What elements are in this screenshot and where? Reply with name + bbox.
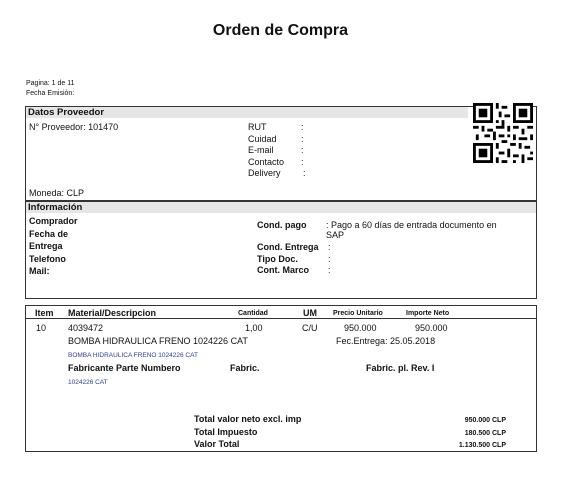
col-net-amount-header: Importe Neto [406,310,450,317]
issue-date-label: Fecha Emisión: [26,90,75,97]
manufacturer-label: Fabric. [230,363,260,373]
payment-condition-text: : Pago a 60 días de entrada documento en [326,220,497,230]
info-right-labels: Cond. Entrega Tipo Doc. Cont. Marco [257,242,319,277]
email-label: E-mail [248,145,274,155]
delivery-date-label: Fecha de [29,228,69,239]
info-section: Información Comprador Fecha de Entrega T… [25,201,537,299]
rut-label: RUT [248,122,267,132]
separator: : [303,168,306,178]
frame-contract-label: Cont. Marco [257,265,310,275]
manufacturer-rev-label: Fabric. pl. Rev. I [366,363,435,373]
delivery-date: Fec.Entrega: 25.05.2018 [336,336,436,346]
manufacturer-part-number: 1024226 CAT [68,379,108,386]
info-header: Información [26,202,536,213]
contact-label: Contacto [248,156,285,167]
separator: : [301,156,304,167]
items-section: Item Material/Descripcion Cantidad UM Pr… [25,305,537,452]
delivery-condition-label: Cond. Entrega [257,242,319,252]
net-total-value: 950.000 CLP [464,417,506,424]
separator: : [301,122,304,132]
col-item-header: Item [35,308,54,318]
quantity: 1,00 [245,323,263,333]
payment-condition-text-2: SAP [326,230,345,240]
net-amount: 950.000 [415,323,448,333]
delivery-label: Delivery [248,168,281,178]
tax-total-value: 180.500 CLP [464,429,506,437]
totals-values: 950.000 CLP 180.500 CLP 1.130.500 CLP [426,415,506,453]
supplier-fields: RUT Cuidad E-mail Contacto Delivery [248,122,284,180]
header-divider [26,318,536,319]
separator: : [301,133,304,144]
separator: : [328,265,331,275]
grand-total-label: Valor Total [194,439,240,449]
col-material-header: Material/Descripcion [68,308,157,318]
supplier-header: Datos Proveedor [26,107,468,118]
separator: : [301,145,304,155]
item-long-description: BOMBA HIDRAULICA FRENO 1024226 CAT [68,352,198,359]
tax-total-label: Total Impuesto [194,426,258,437]
supplier-number: N° Proveedor: 101470 [29,122,119,132]
item-description: BOMBA HIDRAULICA FRENO 1024226 CAT [68,336,248,346]
manufacturer-part-label: Fabricante Parte Numbero [68,363,181,373]
supplier-section: Datos Proveedor N° Proveedor: 101470 RUT… [25,103,537,201]
mail-label: Mail: [29,266,50,277]
net-total-label: Total valor neto excl. imp [194,414,302,424]
separator: : [328,253,331,264]
city-label: Cuidad [248,133,277,144]
totals-labels: Total valor neto excl. imp Total Impuest… [194,413,301,451]
item-number: 10 [36,323,47,333]
payment-condition-value: : Pago a 60 días de entrada documento en… [326,220,531,240]
col-unit-price-header: Precio Unitario [333,310,383,317]
info-left-labels: Comprador Fecha de Entrega Telefono Mail… [29,215,78,278]
payment-condition-label: Cond. pago [257,220,307,230]
page-number: Pagina: 1 de 11 [26,80,75,87]
material-code: 4039472 [68,323,104,333]
col-um-header: UM [303,308,317,318]
supplier-separators: : : : : : [301,122,306,180]
unit-price: 950.000 [344,323,377,333]
separator: : [328,242,331,252]
buyer-label: Comprador [29,216,78,226]
delivery-date-label-2: Entrega [29,241,63,252]
document-title: Orden de Compra [212,22,349,39]
grand-total-value: 1.130.500 CLP [458,442,506,449]
phone-label: Telefono [29,253,66,264]
qr-code-icon [473,103,533,163]
unit: C/U [302,323,318,333]
doc-type-label: Tipo Doc. [257,253,298,264]
info-right-separators: : : : [328,242,331,277]
currency: Moneda: CLP [29,188,85,198]
col-quantity-header: Cantidad [238,310,268,317]
